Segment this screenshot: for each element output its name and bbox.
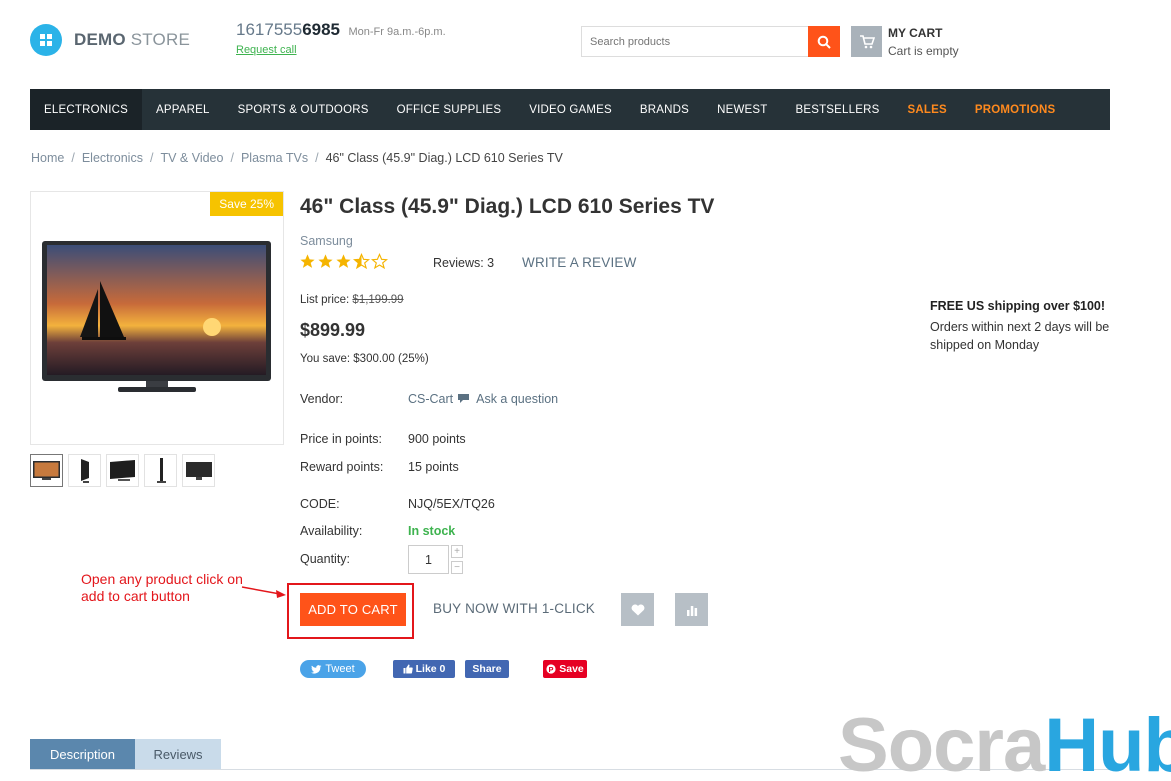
cart-status: Cart is empty bbox=[888, 44, 959, 58]
menu-item-electronics[interactable]: ELECTRONICS bbox=[30, 89, 142, 130]
request-call-link[interactable]: Request call bbox=[236, 44, 446, 56]
cart-icon bbox=[851, 26, 882, 57]
wishlist-button[interactable] bbox=[621, 593, 654, 626]
arrow-right-icon bbox=[241, 586, 286, 598]
thumbnail-back[interactable] bbox=[182, 454, 215, 487]
star-empty-icon bbox=[371, 253, 388, 270]
thumbnail-front[interactable] bbox=[30, 454, 63, 487]
code-row: CODE: NJQ/5EX/TQ26 bbox=[300, 497, 495, 511]
write-review-link[interactable]: WRITE A REVIEW bbox=[522, 255, 637, 270]
cart-title: MY CART bbox=[888, 26, 943, 40]
phone-number: 16175556985 bbox=[236, 20, 341, 39]
facebook-like-button[interactable]: Like 0 bbox=[393, 660, 455, 678]
availability-label: Availability: bbox=[300, 524, 363, 538]
vendor-label: Vendor: bbox=[300, 392, 344, 406]
rating-stars[interactable] bbox=[299, 253, 388, 270]
quantity-decrease-button[interactable]: − bbox=[451, 561, 463, 574]
menu-item-bestsellers[interactable]: BESTSELLERS bbox=[781, 89, 893, 130]
reward-row: Reward points: 15 points bbox=[300, 460, 459, 474]
points-row: Price in points: 900 points bbox=[300, 432, 466, 446]
menu-item-sports[interactable]: SPORTS & OUTDOORS bbox=[224, 89, 383, 130]
product-price: $899.99 bbox=[300, 320, 366, 340]
reward-value: 15 points bbox=[408, 460, 459, 474]
availability-value: In stock bbox=[408, 524, 456, 538]
product-main-image[interactable]: Save 25% bbox=[30, 191, 284, 445]
star-full-icon bbox=[336, 254, 351, 268]
availability-row: Availability: In stock bbox=[300, 524, 455, 538]
logo-text: DEMO STORE bbox=[74, 30, 190, 49]
thumbnail-angle[interactable] bbox=[68, 454, 101, 487]
thumbnail-side[interactable] bbox=[144, 454, 177, 487]
code-label: CODE: bbox=[300, 497, 340, 511]
save-badge: Save 25% bbox=[210, 192, 283, 216]
search-button[interactable] bbox=[808, 26, 840, 57]
twitter-bird-icon bbox=[311, 664, 322, 674]
logo-icon bbox=[30, 24, 62, 56]
star-full-icon bbox=[300, 254, 315, 268]
menu-item-apparel[interactable]: APPAREL bbox=[142, 89, 224, 130]
menu-item-office[interactable]: OFFICE SUPPLIES bbox=[383, 89, 516, 130]
reviews-count[interactable]: Reviews: 3 bbox=[433, 256, 494, 270]
points-label: Price in points: bbox=[300, 432, 382, 446]
breadcrumb-tv-video[interactable]: TV & Video bbox=[160, 151, 223, 165]
pinterest-save-button[interactable]: P Save bbox=[543, 660, 587, 678]
menu-item-promotions[interactable]: PROMOTIONS bbox=[961, 89, 1070, 130]
chat-bubble-icon bbox=[457, 394, 469, 403]
shipping-text: Orders within next 2 days will be shippe… bbox=[930, 320, 1110, 352]
add-to-cart-button[interactable]: ADD TO CART bbox=[300, 593, 406, 626]
bar-chart-icon bbox=[686, 605, 697, 616]
tweet-button[interactable]: Tweet bbox=[300, 660, 366, 678]
tab-description[interactable]: Description bbox=[30, 739, 135, 769]
quantity-label: Quantity: bbox=[300, 552, 351, 566]
thumbnail-perspective[interactable] bbox=[106, 454, 139, 487]
facebook-share-button[interactable]: Share bbox=[465, 660, 509, 678]
ask-question-link[interactable]: Ask a question bbox=[476, 392, 558, 406]
menu-item-brands[interactable]: BRANDS bbox=[626, 89, 703, 130]
phone-block: 16175556985 Mon-Fr 9a.m.-6p.m. Request c… bbox=[236, 20, 446, 56]
points-value: 900 points bbox=[408, 432, 466, 446]
buy-now-one-click-button[interactable]: BUY NOW WITH 1-CLICK bbox=[433, 601, 595, 616]
star-full-icon bbox=[318, 254, 333, 268]
product-brand[interactable]: Samsung bbox=[300, 234, 353, 248]
quantity-increase-button[interactable]: + bbox=[451, 545, 463, 558]
main-menu: ELECTRONICS APPAREL SPORTS & OUTDOORS OF… bbox=[30, 89, 1110, 130]
breadcrumb: Home / Electronics / TV & Video / Plasma TV… bbox=[31, 151, 563, 165]
search-input[interactable] bbox=[581, 26, 808, 57]
product-tabs: Description Reviews bbox=[30, 739, 221, 769]
menu-item-sales[interactable]: SALES bbox=[893, 89, 960, 130]
breadcrumb-electronics[interactable]: Electronics bbox=[82, 151, 143, 165]
quantity-row: Quantity: bbox=[300, 552, 350, 566]
vendor-link[interactable]: CS-Cart bbox=[408, 392, 453, 406]
breadcrumb-current: 46" Class (45.9" Diag.) LCD 610 Series T… bbox=[325, 151, 563, 165]
breadcrumb-home[interactable]: Home bbox=[31, 151, 64, 165]
svg-text:P: P bbox=[549, 665, 554, 674]
tab-reviews[interactable]: Reviews bbox=[135, 739, 221, 769]
breadcrumb-plasma-tvs[interactable]: Plasma TVs bbox=[241, 151, 308, 165]
socrahub-watermark: SocraHub bbox=[838, 703, 1171, 781]
store-logo[interactable]: DEMO STORE bbox=[30, 24, 190, 56]
search-bar bbox=[581, 26, 840, 57]
heart-icon bbox=[631, 603, 644, 615]
menu-item-video-games[interactable]: VIDEO GAMES bbox=[515, 89, 626, 130]
list-price: List price: $1,199.99 bbox=[300, 294, 404, 306]
shipping-info: FREE US shipping over $100! Orders withi… bbox=[930, 299, 1110, 354]
business-hours: Mon-Fr 9a.m.-6p.m. bbox=[348, 26, 446, 38]
quantity-input[interactable]: 1 bbox=[408, 545, 449, 574]
mini-cart[interactable]: MY CART Cart is empty bbox=[851, 26, 959, 58]
reward-label: Reward points: bbox=[300, 460, 384, 474]
shipping-heading: FREE US shipping over $100! bbox=[930, 299, 1106, 313]
product-title: 46" Class (45.9" Diag.) LCD 610 Series T… bbox=[300, 195, 715, 218]
menu-item-newest[interactable]: NEWEST bbox=[703, 89, 781, 130]
thumbnail-strip bbox=[30, 454, 215, 487]
tv-image bbox=[42, 241, 271, 392]
search-icon bbox=[817, 35, 831, 49]
thumbs-up-icon bbox=[403, 664, 413, 674]
instruction-annotation: Open any product click on add to cart bu… bbox=[81, 571, 243, 604]
you-save: You save: $300.00 (25%) bbox=[300, 353, 429, 365]
star-half-icon bbox=[353, 253, 370, 270]
vendor-row: Vendor: CS-Cart Ask a question bbox=[300, 392, 558, 406]
code-value: NJQ/5EX/TQ26 bbox=[408, 497, 495, 511]
pinterest-icon: P bbox=[546, 664, 556, 674]
compare-button[interactable] bbox=[675, 593, 708, 626]
